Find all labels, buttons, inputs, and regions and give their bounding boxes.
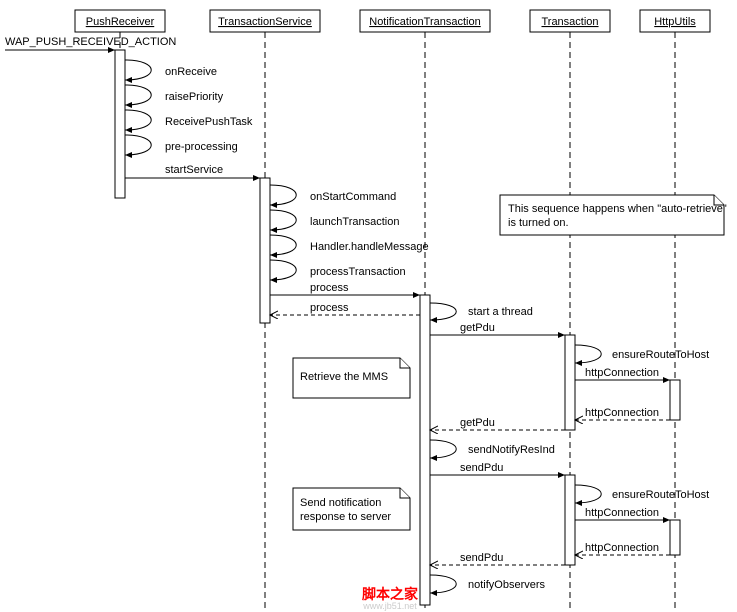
svg-text:pre-processing: pre-processing [165, 141, 238, 153]
activation-tr2 [565, 475, 575, 565]
msg-sendpdu-call: sendPdu [430, 462, 565, 475]
msg-startservice: startService [125, 164, 260, 178]
msg-processtransaction: processTransaction [270, 260, 406, 280]
svg-text:sendNotifyResInd: sendNotifyResInd [468, 444, 555, 456]
msg-preprocessing: pre-processing [125, 135, 238, 155]
msg-receivepushtask: ReceivePushTask [125, 110, 253, 130]
msg-launchtransaction: launchTransaction [270, 210, 399, 230]
sequence-diagram: PushReceiver TransactionService Notifica… [0, 0, 737, 612]
svg-text:ensureRouteToHost: ensureRouteToHost [612, 349, 709, 361]
svg-text:NotificationTransaction: NotificationTransaction [369, 16, 480, 28]
svg-text:start a thread: start a thread [468, 306, 533, 318]
watermark-gray: www.jb51.net [362, 601, 417, 611]
svg-text:Retrieve the MMS: Retrieve the MMS [300, 371, 388, 383]
svg-text:process: process [310, 302, 349, 314]
msg-onstartcommand: onStartCommand [270, 185, 396, 205]
svg-text:Send notification: Send notification [300, 497, 381, 509]
activation-http1 [670, 380, 680, 420]
svg-text:httpConnection: httpConnection [585, 507, 659, 519]
msg-sendpdu-ret: sendPdu [430, 552, 565, 565]
svg-text:response to server: response to server [300, 511, 391, 523]
svg-text:notifyObservers: notifyObservers [468, 579, 546, 591]
msg-httpconn1-ret: httpConnection [575, 407, 670, 420]
svg-text:onStartCommand: onStartCommand [310, 191, 396, 203]
svg-text:processTransaction: processTransaction [310, 266, 406, 278]
svg-text:getPdu: getPdu [460, 417, 495, 429]
svg-text:sendPdu: sendPdu [460, 552, 503, 564]
msg-process-return: process [270, 302, 420, 315]
svg-text:ensureRouteToHost: ensureRouteToHost [612, 489, 709, 501]
svg-text:TransactionService: TransactionService [218, 16, 312, 28]
svg-text:launchTransaction: launchTransaction [310, 216, 399, 228]
msg-httpconn2-call: httpConnection [575, 507, 670, 520]
svg-text:getPdu: getPdu [460, 322, 495, 334]
svg-text:This sequence happens when "au: This sequence happens when "auto-retriev… [508, 203, 727, 215]
svg-text:Handler.handleMessage: Handler.handleMessage [310, 241, 429, 253]
svg-text:ReceivePushTask: ReceivePushTask [165, 116, 253, 128]
msg-getpdu-call: getPdu [430, 322, 565, 335]
svg-text:PushReceiver: PushReceiver [86, 16, 155, 28]
activation-http2 [670, 520, 680, 555]
msg-httpconn1-call: httpConnection [575, 367, 670, 380]
msg-getpdu-ret: getPdu [430, 417, 565, 430]
activation-nt [420, 295, 430, 605]
svg-text:sendPdu: sendPdu [460, 462, 503, 474]
watermark-red: 脚本之家 [362, 586, 419, 602]
svg-text:is turned on.: is turned on. [508, 217, 569, 229]
svg-text:httpConnection: httpConnection [585, 542, 659, 554]
activation-tr1 [565, 335, 575, 430]
trigger-label: WAP_PUSH_RECEIVED_ACTION [5, 36, 176, 48]
msg-onreceive: onReceive [125, 60, 217, 80]
msg-httpconn2-ret: httpConnection [575, 542, 670, 555]
msg-process-call: process [270, 282, 420, 295]
svg-text:httpConnection: httpConnection [585, 407, 659, 419]
activation-push [115, 50, 125, 198]
msg-startthread: start a thread [430, 303, 533, 320]
svg-text:httpConnection: httpConnection [585, 367, 659, 379]
note-autoretrieve: This sequence happens when "auto-retriev… [500, 195, 727, 235]
svg-text:HttpUtils: HttpUtils [654, 16, 696, 28]
msg-raisepriority: raisePriority [125, 85, 224, 105]
svg-text:raisePriority: raisePriority [165, 91, 224, 103]
note-sendresponse: Send notification response to server [293, 488, 410, 530]
activation-ts [260, 178, 270, 323]
svg-text:startService: startService [165, 164, 223, 176]
msg-handlermsg: Handler.handleMessage [270, 235, 429, 255]
note-retrieve-mms: Retrieve the MMS [293, 358, 410, 398]
msg-ensureroute1: ensureRouteToHost [575, 345, 709, 363]
svg-text:process: process [310, 282, 349, 294]
svg-text:onReceive: onReceive [165, 66, 217, 78]
msg-ensureroute2: ensureRouteToHost [575, 485, 709, 503]
msg-sendnotifyresind: sendNotifyResInd [430, 440, 555, 458]
msg-notifyobservers: notifyObservers [430, 575, 546, 593]
svg-text:Transaction: Transaction [541, 16, 598, 28]
